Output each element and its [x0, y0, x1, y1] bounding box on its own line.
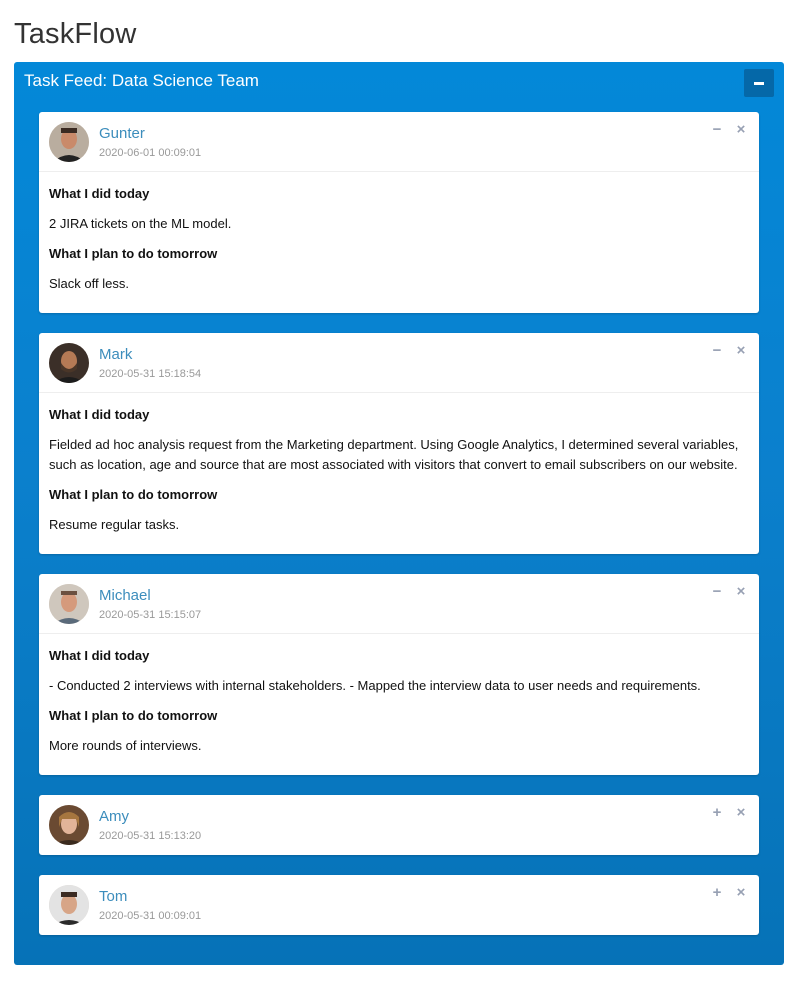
expand-icon[interactable]: + — [711, 805, 723, 820]
plan-tomorrow-text: Slack off less. — [49, 276, 129, 291]
post-body: What I did today - Conducted 2 interview… — [39, 634, 759, 768]
post-date: 2020-05-31 15:13:20 — [99, 830, 202, 842]
post-date: 2020-05-31 00:09:01 — [99, 910, 202, 922]
did-today-text: Fielded ad hoc analysis request from the… — [49, 437, 739, 472]
post-tools: + × — [711, 885, 747, 900]
avatar — [49, 885, 89, 925]
post-date: 2020-05-31 15:18:54 — [99, 368, 202, 380]
post-date: 2020-05-31 15:15:07 — [99, 609, 202, 621]
post-card: Mark 2020-05-31 15:18:54 − × What I did … — [39, 333, 759, 554]
post-header: Michael 2020-05-31 15:15:07 − × — [39, 574, 759, 634]
expand-icon[interactable]: + — [711, 885, 723, 900]
feed-collapse-button[interactable] — [744, 69, 774, 97]
post-tools: + × — [711, 805, 747, 820]
close-icon[interactable]: × — [735, 122, 747, 137]
plan-tomorrow-text: Resume regular tasks. — [49, 517, 180, 532]
post-tools: − × — [711, 343, 747, 358]
post-header: Mark 2020-05-31 15:18:54 − × — [39, 333, 759, 393]
feed-title: Task Feed: Data Science Team — [24, 71, 259, 90]
post-body: What I did today Fielded ad hoc analysis… — [39, 393, 759, 547]
avatar — [49, 343, 89, 383]
post-tools: − × — [711, 122, 747, 137]
user-name[interactable]: Gunter — [99, 125, 145, 142]
close-icon[interactable]: × — [735, 885, 747, 900]
post-card: Tom 2020-05-31 00:09:01 + × — [39, 875, 759, 935]
task-feed-panel: Task Feed: Data Science Team Gunter 2020… — [14, 62, 784, 965]
plan-tomorrow-heading: What I plan to do tomorrow — [49, 246, 218, 261]
close-icon[interactable]: × — [735, 343, 747, 358]
did-today-heading: What I did today — [49, 648, 150, 663]
close-icon[interactable]: × — [735, 584, 747, 599]
did-today-heading: What I did today — [49, 407, 150, 422]
plan-tomorrow-text: More rounds of interviews. — [49, 738, 202, 753]
post-header: Tom 2020-05-31 00:09:01 + × — [39, 875, 759, 935]
close-icon[interactable]: × — [735, 805, 747, 820]
post-header: Amy 2020-05-31 15:13:20 + × — [39, 795, 759, 855]
feed-header: Task Feed: Data Science Team — [14, 62, 784, 100]
collapse-icon[interactable]: − — [711, 343, 723, 358]
post-card: Michael 2020-05-31 15:15:07 − × What I d… — [39, 574, 759, 775]
minus-icon — [754, 81, 764, 85]
did-today-heading: What I did today — [49, 186, 150, 201]
user-name[interactable]: Mark — [99, 346, 132, 363]
avatar — [49, 584, 89, 624]
did-today-text: 2 JIRA tickets on the ML model. — [49, 216, 232, 231]
user-name[interactable]: Michael — [99, 587, 151, 604]
app-title: TaskFlow — [14, 18, 137, 50]
avatar — [49, 805, 89, 845]
post-header: Gunter 2020-06-01 00:09:01 − × — [39, 112, 759, 172]
post-body: What I did today 2 JIRA tickets on the M… — [39, 172, 759, 306]
user-name[interactable]: Tom — [99, 888, 127, 905]
avatar — [49, 122, 89, 162]
plan-tomorrow-heading: What I plan to do tomorrow — [49, 487, 218, 502]
collapse-icon[interactable]: − — [711, 584, 723, 599]
collapse-icon[interactable]: − — [711, 122, 723, 137]
post-tools: − × — [711, 584, 747, 599]
user-name[interactable]: Amy — [99, 808, 129, 825]
plan-tomorrow-heading: What I plan to do tomorrow — [49, 708, 218, 723]
post-card: Amy 2020-05-31 15:13:20 + × — [39, 795, 759, 855]
did-today-text: - Conducted 2 interviews with internal s… — [49, 678, 701, 693]
post-card: Gunter 2020-06-01 00:09:01 − × What I di… — [39, 112, 759, 313]
post-date: 2020-06-01 00:09:01 — [99, 147, 202, 159]
